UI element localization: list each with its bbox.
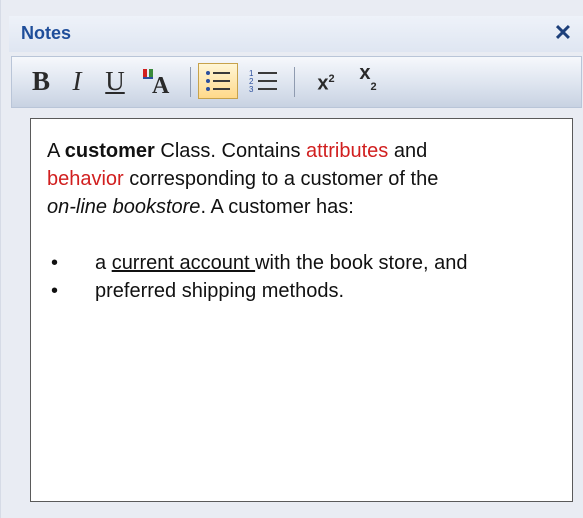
bold-text: customer	[64, 140, 155, 162]
italic-text: on-line bookstore	[47, 196, 201, 218]
bold-button[interactable]: B	[26, 63, 56, 99]
bold-label: B	[31, 65, 50, 96]
bullet-icon: •	[51, 280, 59, 302]
svg-text:A: A	[152, 73, 170, 96]
italic-button[interactable]: I	[64, 63, 90, 99]
underline-label: U	[105, 65, 125, 96]
list-item: • a current account with the book store, …	[47, 249, 556, 277]
subscript-button[interactable]: x2	[350, 61, 386, 99]
notes-panel: Notes ✕ B I U A 1 2 3 x2 x2 A customer C…	[0, 0, 583, 518]
numbered-list-button[interactable]: 1 2 3	[244, 63, 284, 99]
close-icon[interactable]: ✕	[549, 19, 577, 47]
superscript-button[interactable]: x2	[308, 63, 344, 99]
list-item: • preferred shipping methods.	[47, 277, 556, 305]
bullet-list-icon	[206, 71, 230, 91]
red-text: behavior	[47, 168, 124, 190]
note-paragraph: A customer Class. Contains attributes an…	[47, 140, 439, 218]
underlined-text: current account	[111, 252, 256, 274]
note-bullet-list: • a current account with the book store, …	[47, 249, 556, 305]
font-color-icon: A	[143, 69, 170, 96]
font-color-button[interactable]: A	[136, 63, 184, 99]
superscript-icon: x2	[317, 72, 335, 95]
numbered-list-icon: 1 2 3	[249, 69, 277, 94]
panel-titlebar: Notes ✕	[9, 16, 583, 52]
bullet-list-button[interactable]	[198, 63, 238, 99]
svg-text:3: 3	[249, 85, 254, 94]
red-text: attributes	[306, 140, 389, 162]
italic-label: I	[72, 65, 82, 96]
bullet-icon: •	[51, 252, 59, 274]
toolbar-separator	[190, 67, 191, 97]
formatting-toolbar: B I U A 1 2 3 x2 x2	[11, 56, 582, 108]
note-editor[interactable]: A customer Class. Contains attributes an…	[30, 118, 573, 502]
panel-title: Notes	[21, 23, 72, 43]
toolbar-separator	[294, 67, 295, 97]
underline-button[interactable]: U	[100, 63, 130, 99]
subscript-icon: x2	[359, 61, 377, 93]
